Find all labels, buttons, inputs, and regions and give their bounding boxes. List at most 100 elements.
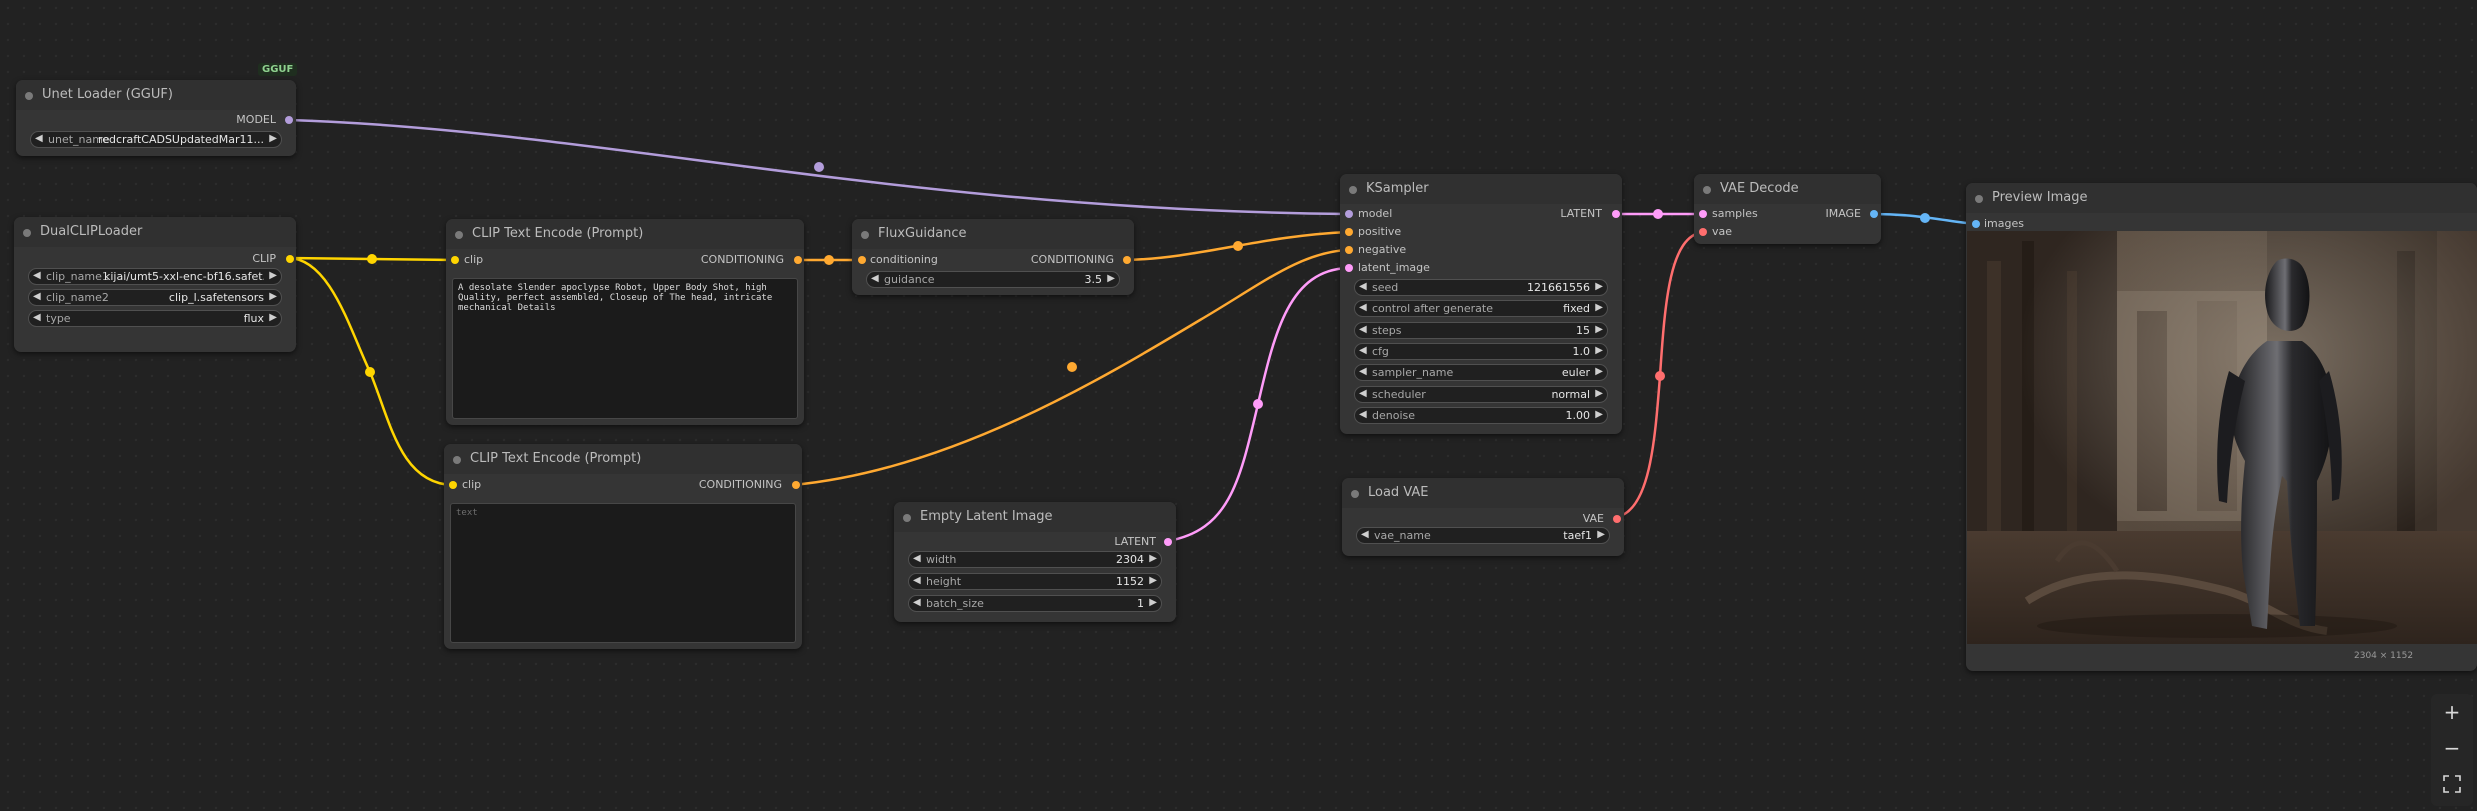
decrement-arrow-icon[interactable]: ◀ [1359, 302, 1367, 313]
output-clip-dot[interactable] [286, 255, 294, 263]
increment-arrow-icon[interactable]: ▶ [1107, 273, 1115, 284]
widget-clip-name2[interactable]: ◀ clip_name2 clip_l.safetensors ▶ [28, 289, 282, 306]
node-title-bar[interactable]: CLIP Text Encode (Prompt) [446, 219, 804, 249]
decrement-arrow-icon[interactable]: ◀ [1359, 388, 1367, 399]
output-latent-dot[interactable] [1164, 538, 1172, 546]
increment-arrow-icon[interactable]: ▶ [1595, 388, 1603, 399]
prompt-textarea[interactable]: A desolate Slender apoclypse Robot, Uppe… [452, 278, 798, 419]
fit-view-icon[interactable] [2438, 770, 2466, 798]
increment-arrow-icon[interactable]: ▶ [1595, 345, 1603, 356]
wire-model-midpoint[interactable] [814, 162, 824, 172]
decrement-arrow-icon[interactable]: ◀ [913, 553, 921, 564]
node-fluxguidance[interactable]: FluxGuidance conditioning CONDITIONING ◀… [852, 219, 1134, 295]
input-positive-dot[interactable] [1345, 228, 1353, 236]
decrement-arrow-icon[interactable]: ◀ [33, 291, 41, 302]
decrement-arrow-icon[interactable]: ◀ [871, 273, 879, 284]
input-images-dot[interactable] [1972, 220, 1980, 228]
input-latent-image-dot[interactable] [1345, 264, 1353, 272]
node-preview-image[interactable]: Preview Image images 2304 × 1152 [1966, 183, 2477, 671]
node-title-bar[interactable]: DualCLIPLoader [14, 217, 296, 247]
output-conditioning-dot[interactable] [794, 256, 802, 264]
decrement-arrow-icon[interactable]: ◀ [913, 575, 921, 586]
input-clip-dot[interactable] [449, 481, 457, 489]
increment-arrow-icon[interactable]: ▶ [1597, 529, 1605, 540]
wire-vae-midpoint[interactable] [1655, 371, 1665, 381]
widget-type[interactable]: ◀ type flux ▶ [28, 310, 282, 327]
node-dualcliploader[interactable]: DualCLIPLoader CLIP ◀ clip_name1 kijai/u… [14, 217, 296, 352]
increment-arrow-icon[interactable]: ▶ [1595, 302, 1603, 313]
node-title-bar[interactable]: VAE Decode [1694, 174, 1881, 204]
node-load-vae[interactable]: Load VAE VAE ◀ vae_name taef1 ▶ [1342, 478, 1624, 556]
wire-samples-midpoint[interactable] [1653, 209, 1663, 219]
widget-unet-name[interactable]: ◀ unet_name redcraftCADSUpdatedMar11... … [30, 131, 282, 148]
collapse-dot-icon[interactable] [23, 229, 31, 237]
node-title-bar[interactable]: Preview Image [1966, 183, 2477, 213]
collapse-dot-icon[interactable] [455, 231, 463, 239]
increment-arrow-icon[interactable]: ▶ [1149, 553, 1157, 564]
increment-arrow-icon[interactable]: ▶ [1149, 575, 1157, 586]
node-clip-text-encode-positive[interactable]: CLIP Text Encode (Prompt) clip CONDITION… [446, 219, 804, 425]
widget-width[interactable]: ◀ width 2304 ▶ [908, 551, 1162, 568]
wire-flux-positive-midpoint[interactable] [1233, 241, 1243, 251]
wire-latent-midpoint[interactable] [1253, 399, 1263, 409]
prompt-textarea[interactable]: text [450, 503, 796, 643]
increment-arrow-icon[interactable]: ▶ [1595, 281, 1603, 292]
wire-neg-negative-midpoint[interactable] [1067, 362, 1077, 372]
widget-batch-size[interactable]: ◀ batch_size 1 ▶ [908, 595, 1162, 612]
output-conditioning-dot[interactable] [792, 481, 800, 489]
widget-denoise[interactable]: ◀ denoise 1.00 ▶ [1354, 407, 1608, 424]
input-model-dot[interactable] [1345, 210, 1353, 218]
collapse-dot-icon[interactable] [1349, 186, 1357, 194]
increment-arrow-icon[interactable]: ▶ [269, 270, 277, 281]
decrement-arrow-icon[interactable]: ◀ [33, 312, 41, 323]
input-conditioning-dot[interactable] [858, 256, 866, 264]
output-image-dot[interactable] [1870, 210, 1878, 218]
widget-sampler-name[interactable]: ◀ sampler_name euler ▶ [1354, 364, 1608, 381]
output-latent-dot[interactable] [1612, 210, 1620, 218]
wire-clip-positive-midpoint[interactable] [367, 254, 377, 264]
wire-clip-negative-midpoint[interactable] [365, 367, 375, 377]
decrement-arrow-icon[interactable]: ◀ [1359, 366, 1367, 377]
collapse-dot-icon[interactable] [861, 231, 869, 239]
minus-icon[interactable]: − [2438, 734, 2466, 762]
decrement-arrow-icon[interactable]: ◀ [1361, 529, 1369, 540]
node-vae-decode[interactable]: VAE Decode samples vae IMAGE [1694, 174, 1881, 244]
increment-arrow-icon[interactable]: ▶ [1595, 366, 1603, 377]
decrement-arrow-icon[interactable]: ◀ [1359, 409, 1367, 420]
node-title-bar[interactable]: Load VAE [1342, 478, 1624, 508]
widget-guidance[interactable]: ◀ guidance 3.5 ▶ [866, 271, 1120, 288]
widget-vae-name[interactable]: ◀ vae_name taef1 ▶ [1356, 527, 1610, 544]
node-title-bar[interactable]: Empty Latent Image [894, 502, 1176, 532]
decrement-arrow-icon[interactable]: ◀ [1359, 281, 1367, 292]
input-samples-dot[interactable] [1699, 210, 1707, 218]
node-unet-loader[interactable]: Unet Loader (GGUF) MODEL ◀ unet_name red… [16, 80, 296, 156]
node-ksampler[interactable]: KSampler model positive negative latent_… [1340, 174, 1622, 434]
input-vae-dot[interactable] [1699, 228, 1707, 236]
output-model-dot[interactable] [285, 116, 293, 124]
decrement-arrow-icon[interactable]: ◀ [1359, 345, 1367, 356]
collapse-dot-icon[interactable] [25, 92, 33, 100]
increment-arrow-icon[interactable]: ▶ [269, 312, 277, 323]
preview-image[interactable] [1967, 231, 2477, 644]
collapse-dot-icon[interactable] [1351, 490, 1359, 498]
node-title-bar[interactable]: KSampler [1340, 174, 1622, 204]
decrement-arrow-icon[interactable]: ◀ [913, 597, 921, 608]
widget-clip-name1[interactable]: ◀ clip_name1 kijai/umt5-xxl-enc-bf16.saf… [28, 268, 282, 285]
output-conditioning-dot[interactable] [1123, 256, 1131, 264]
widget-cfg[interactable]: ◀ cfg 1.0 ▶ [1354, 343, 1608, 360]
increment-arrow-icon[interactable]: ▶ [1595, 409, 1603, 420]
collapse-dot-icon[interactable] [903, 514, 911, 522]
node-title-bar[interactable]: FluxGuidance [852, 219, 1134, 249]
widget-scheduler[interactable]: ◀ scheduler normal ▶ [1354, 386, 1608, 403]
node-title-bar[interactable]: CLIP Text Encode (Prompt) [444, 444, 802, 474]
widget-seed[interactable]: ◀ seed 121661556 ▶ [1354, 279, 1608, 296]
decrement-arrow-icon[interactable]: ◀ [33, 270, 41, 281]
widget-height[interactable]: ◀ height 1152 ▶ [908, 573, 1162, 590]
input-negative-dot[interactable] [1345, 246, 1353, 254]
collapse-dot-icon[interactable] [453, 456, 461, 464]
output-vae-dot[interactable] [1613, 515, 1621, 523]
widget-control-after-generate[interactable]: ◀ control after generate fixed ▶ [1354, 300, 1608, 317]
node-empty-latent-image[interactable]: Empty Latent Image LATENT ◀ width 2304 ▶… [894, 502, 1176, 622]
decrement-arrow-icon[interactable]: ◀ [1359, 324, 1367, 335]
collapse-dot-icon[interactable] [1975, 195, 1983, 203]
